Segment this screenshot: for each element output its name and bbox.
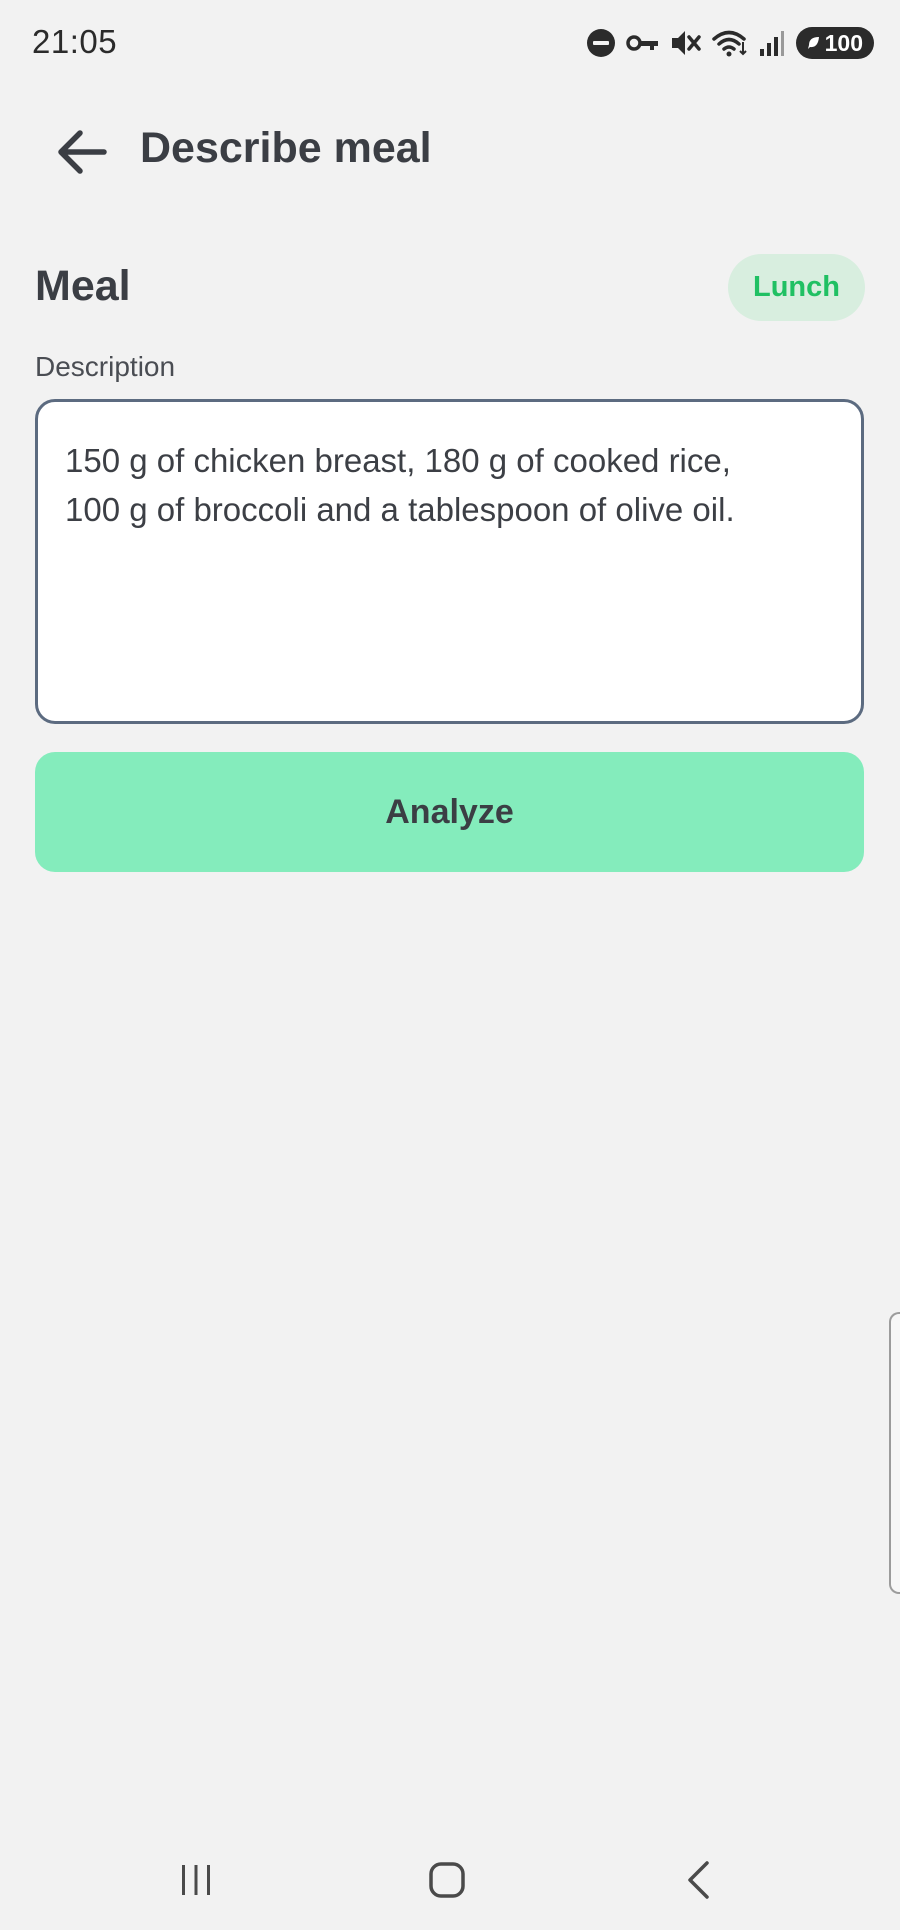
description-label: Description (35, 351, 176, 382)
home-button[interactable] (387, 1830, 507, 1930)
mute-icon (670, 28, 702, 58)
vpn-key-icon (625, 31, 660, 55)
meal-heading: Meal (35, 262, 131, 310)
top-app-bar: Describe meal (0, 100, 900, 200)
meal-type-chip[interactable]: Lunch (728, 254, 865, 321)
charging-icon (807, 37, 819, 49)
home-icon (429, 1862, 465, 1898)
back-button[interactable] (44, 114, 120, 190)
wifi-icon (711, 28, 748, 58)
status-bar: 21:05 100 (0, 0, 900, 86)
screen: 21:05 100 Describe meal Meal Lunch Descr… (0, 0, 900, 1930)
status-icons: 100 (586, 26, 874, 60)
arrow-back-icon (58, 130, 107, 174)
navigation-bar (0, 1830, 900, 1930)
do-not-disturb-icon (586, 28, 616, 58)
battery-level: 100 (824, 29, 863, 56)
recent-apps-icon (182, 1865, 210, 1895)
page-title: Describe meal (140, 124, 432, 172)
nav-back-button[interactable] (638, 1830, 758, 1930)
recent-apps-button[interactable] (136, 1830, 256, 1930)
signal-icon (758, 28, 786, 58)
status-time: 21:05 (32, 23, 118, 60)
description-input[interactable]: 150 g of chicken breast, 180 g of cooked… (35, 399, 864, 724)
back-icon (688, 1861, 709, 1899)
edge-panel-handle[interactable] (889, 1312, 900, 1594)
analyze-button[interactable]: Analyze (35, 752, 864, 872)
battery-indicator: 100 (795, 27, 874, 59)
